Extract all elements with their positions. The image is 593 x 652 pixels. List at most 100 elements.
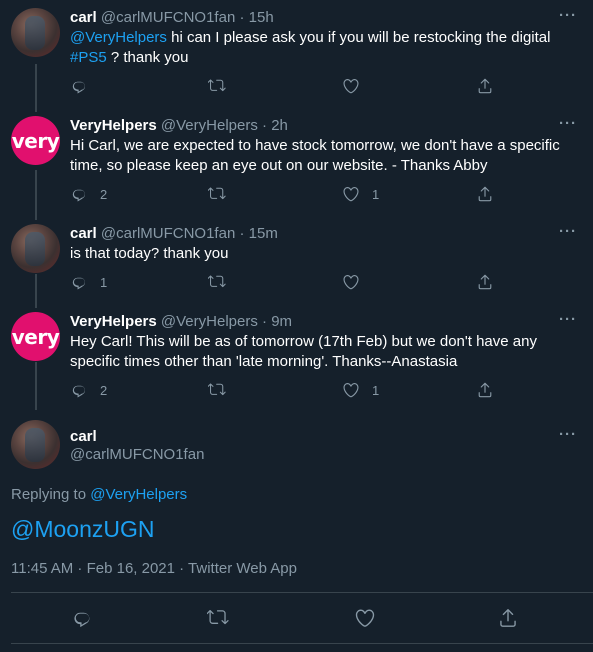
reply-icon [70,381,88,399]
like-count: 1 [372,186,380,202]
reply-button[interactable]: 1 [70,273,107,291]
avatar[interactable] [11,420,60,469]
more-icon[interactable]: ··· [559,311,577,328]
user-handle[interactable]: @carlMUFCNO1fan [101,225,235,242]
replying-to-link[interactable]: @VeryHelpers [90,486,187,503]
very-logo: very [11,324,60,349]
user-name[interactable]: carl [70,225,97,242]
reply-button[interactable]: 2 [70,381,107,399]
user-handle[interactable]: @carlMUFCNO1fan [70,446,204,463]
tweet-time[interactable]: 9m [271,313,292,330]
user-name[interactable]: carl [70,9,97,26]
tweet-actions: 2 1 [70,381,500,401]
tweet-time[interactable]: 15m [249,225,278,242]
like-button[interactable] [342,77,372,95]
tweet-timestamp[interactable]: 11:45 AM · Feb 16, 2021 · Twitter Web Ap… [11,560,297,577]
tweet-actions [70,77,500,97]
more-icon[interactable]: ··· [559,115,577,132]
user-name[interactable]: VeryHelpers [70,313,157,330]
avatar[interactable] [11,224,60,273]
separator: · [262,313,272,330]
retweet-button[interactable] [208,77,226,95]
retweet-icon [208,77,226,95]
retweet-button[interactable] [208,185,226,203]
tweet-header: VeryHelpers @VeryHelpers · 9m [70,313,292,331]
like-icon [342,185,360,203]
reply-button[interactable]: 2 [70,185,107,203]
tweet-text: is that today? thank you [70,245,229,262]
tweet-actions [0,607,593,629]
retweet-icon [207,607,229,629]
like-icon [354,607,376,629]
tweet-text: @VeryHelpers hi can I please ask you if … [70,28,573,68]
retweet-icon [208,273,226,291]
share-icon [476,77,494,95]
avatar[interactable]: very [11,116,60,165]
user-name[interactable]: carl [70,428,97,445]
like-button[interactable]: 1 [342,185,379,203]
divider [11,592,593,593]
tweet-actions: 1 [70,273,500,293]
retweet-icon [208,381,226,399]
user-handle[interactable]: @VeryHelpers [161,117,258,134]
like-button[interactable]: 1 [342,381,379,399]
tweet-text: Hi Carl, we are expected to have stock t… [70,137,560,174]
more-icon[interactable]: ··· [559,223,577,240]
reply-count: 1 [100,274,108,290]
share-icon [476,185,494,203]
user-name[interactable]: VeryHelpers [70,117,157,134]
separator: · [262,117,272,134]
separator: · [239,9,249,26]
hashtag-link[interactable]: #PS5 [70,49,107,66]
tweet-text-part: ? thank you [106,49,189,66]
replying-to: Replying to @VeryHelpers [11,486,187,503]
divider [11,643,593,644]
avatar[interactable]: very [11,312,60,361]
like-icon [342,381,360,399]
tweet-text-part: hi can I please ask you if you will be r… [166,29,551,46]
reply-icon [71,607,93,629]
tweet-text: Hey Carl! This will be as of tomorrow (1… [70,333,537,370]
more-icon[interactable]: ··· [559,426,577,443]
user-handle[interactable]: @VeryHelpers [161,313,258,330]
reply-count: 2 [100,382,108,398]
retweet-icon [208,185,226,203]
tweet[interactable]: carl @carlMUFCNO1fan · 15h ··· @VeryHelp… [0,0,593,110]
user-handle[interactable]: @carlMUFCNO1fan [101,9,235,26]
separator: · [239,225,249,242]
reply-count: 2 [100,186,108,202]
reply-icon [70,273,88,291]
tweet-header: carl @carlMUFCNO1fan · 15m [70,225,278,243]
share-button[interactable] [476,77,494,95]
like-count: 1 [372,382,380,398]
tweet[interactable]: very VeryHelpers @VeryHelpers · 2h ··· H… [0,110,593,218]
replying-prefix: Replying to [11,486,91,503]
very-logo: very [11,128,60,153]
avatar[interactable] [11,8,60,57]
reply-button[interactable] [70,77,100,95]
share-button[interactable] [497,607,519,629]
share-icon [476,273,494,291]
tweet-header: carl @carlMUFCNO1fan · 15h [70,9,274,27]
tweet-actions: 2 1 [70,185,500,205]
reply-button[interactable] [71,607,93,629]
main-tweet-text[interactable]: @MoonzUGN [11,514,155,544]
like-button[interactable] [354,607,376,629]
retweet-button[interactable] [208,381,226,399]
reply-icon [70,77,88,95]
tweet[interactable]: very VeryHelpers @VeryHelpers · 9m ··· H… [0,306,593,414]
more-icon[interactable]: ··· [559,7,577,24]
share-icon [497,607,519,629]
share-button[interactable] [476,381,494,399]
share-button[interactable] [476,185,494,203]
share-button[interactable] [476,273,494,291]
retweet-button[interactable] [207,607,229,629]
mention-link[interactable]: @VeryHelpers [70,29,167,46]
tweet-header: VeryHelpers @VeryHelpers · 2h [70,117,288,135]
retweet-button[interactable] [208,273,226,291]
tweet-time[interactable]: 15h [249,9,274,26]
tweet-time[interactable]: 2h [271,117,288,134]
like-button[interactable] [342,273,372,291]
tweet[interactable]: carl @carlMUFCNO1fan · 15m ··· is that t… [0,218,593,306]
like-icon [342,273,360,291]
